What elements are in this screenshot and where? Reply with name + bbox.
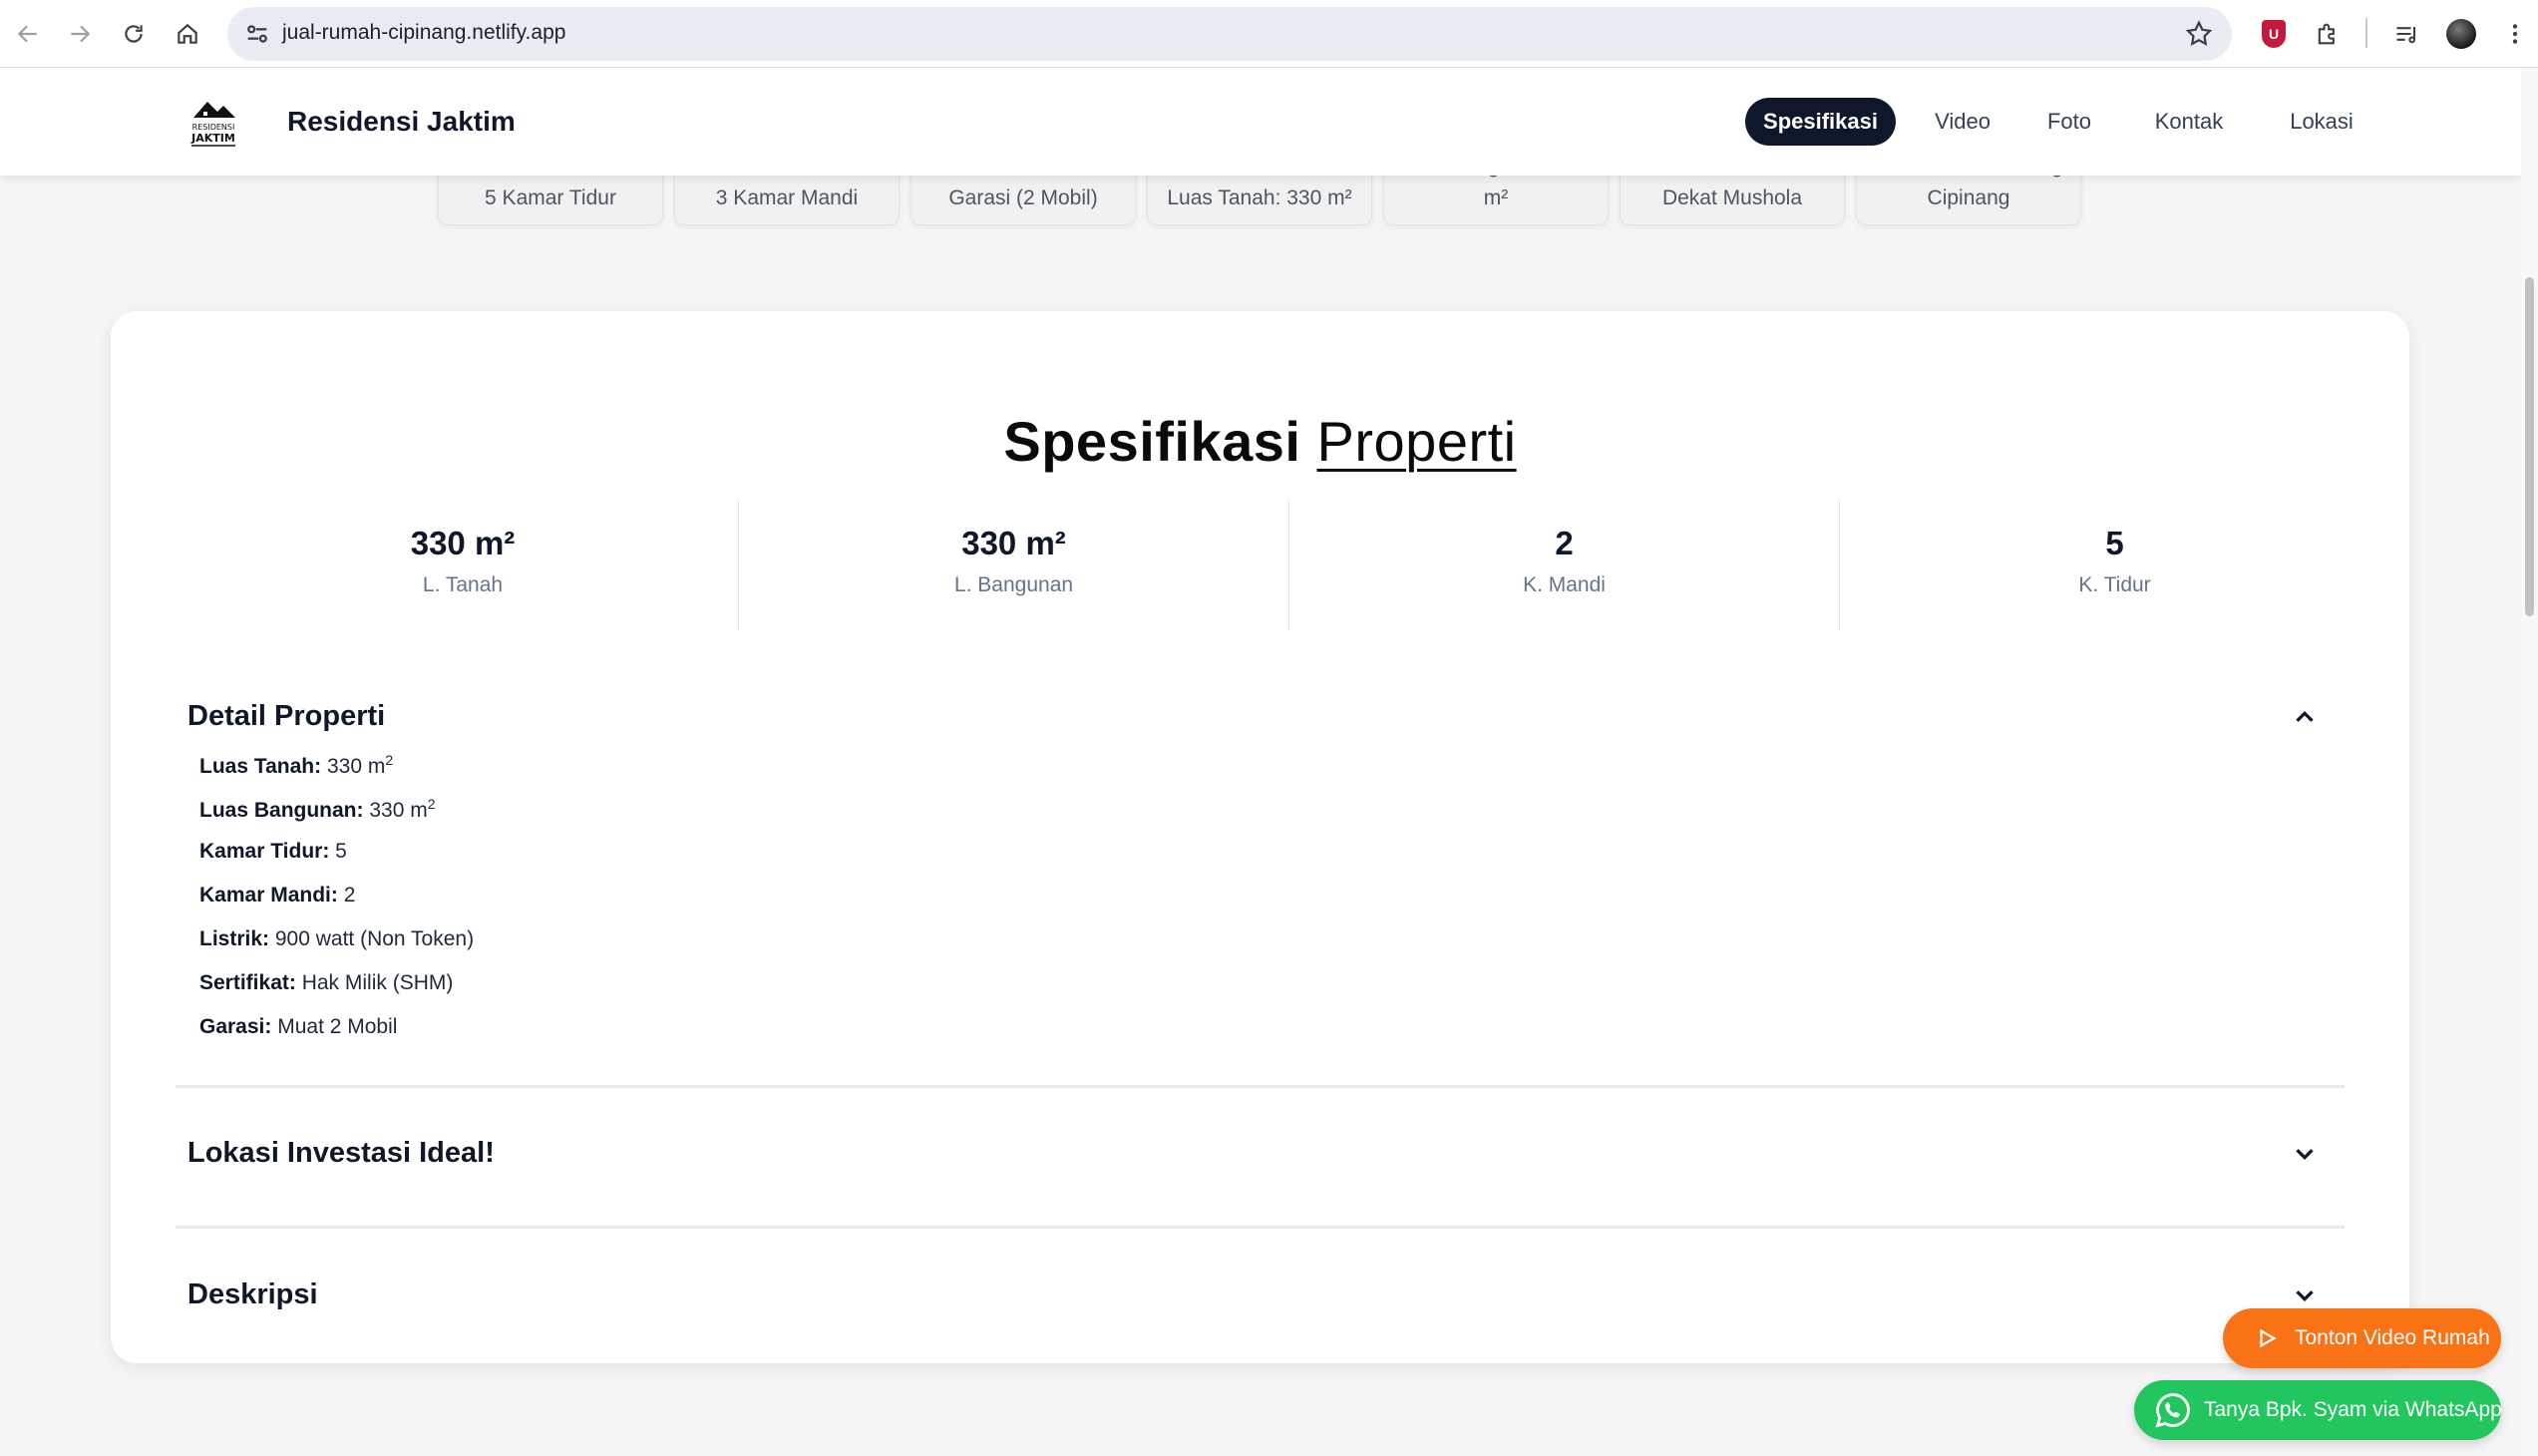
forward-icon[interactable]: [60, 14, 100, 54]
stat-value: 330 m²: [410, 525, 516, 561]
nav-video[interactable]: Video: [1915, 98, 2010, 146]
detail-label: Kamar Tidur:: [199, 840, 330, 863]
stat-land-area: 330 m² L. Tanah: [187, 501, 738, 630]
detail-unit-sup: 2: [427, 796, 436, 812]
detail-value: Hak Milik (SHM): [301, 971, 454, 994]
section-title: Spesifikasi Properti: [111, 409, 2409, 474]
extensions-puzzle-icon[interactable]: [2310, 16, 2346, 52]
detail-value: 2: [343, 884, 356, 907]
accordion-location-header[interactable]: Lokasi Investasi Ideal!: [176, 1127, 2345, 1187]
stat-building-area: 330 m² L. Bangunan: [738, 501, 1288, 630]
whatsapp-label: Tanya Bpk. Syam via WhatsApp: [2204, 1398, 2502, 1421]
chevron-down-icon[interactable]: [2290, 1280, 2320, 1310]
detail-label: Luas Bangunan:: [199, 799, 364, 822]
ublock-badge: U: [2262, 20, 2286, 48]
stat-value: 2: [1555, 525, 1574, 561]
detail-row-building: Luas Bangunan: 330 m2: [199, 796, 436, 823]
chevron-up-icon[interactable]: [2290, 702, 2320, 732]
detail-label: Sertifikat:: [199, 971, 296, 994]
brand-name[interactable]: Residensi Jaktim: [287, 106, 516, 138]
whatsapp-icon: [2155, 1393, 2190, 1428]
reload-icon[interactable]: [114, 14, 154, 54]
logo-text-top: RESIDENSI: [192, 123, 235, 132]
chrome-menu-icon[interactable]: [2497, 16, 2533, 52]
title-accent: Properti: [1316, 410, 1517, 473]
stat-label: K. Mandi: [1523, 573, 1606, 596]
site-header: RESIDENSI JAKTIM Residensi Jaktim Spesif…: [0, 68, 2521, 176]
page-viewport: 5 Kamar Tidur 3 Kamar Mandi Garasi (2 Mo…: [0, 68, 2521, 1456]
back-icon[interactable]: [8, 14, 48, 54]
detail-value: 330 m: [369, 799, 428, 822]
accordion-description-header[interactable]: Deskripsi: [176, 1269, 2345, 1328]
detail-label: Luas Tanah:: [199, 755, 322, 778]
brand-logo[interactable]: RESIDENSI JAKTIM: [183, 94, 243, 150]
profile-avatar[interactable]: [2443, 16, 2479, 52]
detail-label: Kamar Mandi:: [199, 884, 338, 907]
chevron-down-icon[interactable]: [2290, 1139, 2320, 1169]
stat-value: 5: [2105, 525, 2124, 561]
accordion-detail-header[interactable]: Detail Properti: [176, 690, 2345, 750]
detail-label: Listrik:: [199, 927, 270, 950]
detail-row-certificate: Sertifikat: Hak Milik (SHM): [199, 971, 453, 995]
nav-kontak[interactable]: Kontak: [2129, 98, 2249, 146]
accordion-divider: [176, 1226, 2345, 1229]
accordion-title[interactable]: Deskripsi: [187, 1278, 318, 1311]
url-text[interactable]: jual-rumah-cipinang.netlify.app: [282, 21, 565, 45]
accordion-title[interactable]: Detail Properti: [187, 700, 385, 733]
detail-unit-sup: 2: [385, 752, 394, 768]
home-icon[interactable]: [168, 14, 207, 54]
media-queue-icon[interactable]: [2389, 16, 2425, 52]
browser-toolbar: jual-rumah-cipinang.netlify.app U: [0, 0, 2538, 68]
stat-bedrooms: 5 K. Tidur: [1839, 501, 2389, 630]
detail-row-land: Luas Tanah: 330 m2: [199, 752, 393, 779]
bookmark-star-icon[interactable]: [2184, 19, 2214, 49]
ublock-extension-icon[interactable]: U: [2256, 16, 2292, 52]
stat-label: K. Tidur: [2078, 573, 2151, 596]
toolbar-divider: [2365, 18, 2367, 48]
stats-row: 330 m² L. Tanah 330 m² L. Bangunan 2 K. …: [187, 501, 2389, 630]
stat-label: L. Tanah: [422, 573, 504, 596]
stat-bathrooms: 2 K. Mandi: [1288, 501, 1839, 630]
whatsapp-button[interactable]: Tanya Bpk. Syam via WhatsApp: [2134, 1380, 2502, 1440]
play-icon: [2260, 1328, 2277, 1348]
accordion-title[interactable]: Lokasi Investasi Ideal!: [187, 1137, 495, 1170]
detail-value: Muat 2 Mobil: [277, 1015, 398, 1038]
detail-row-bathrooms: Kamar Mandi: 2: [199, 884, 355, 908]
detail-row-electricity: Listrik: 900 watt (Non Token): [199, 927, 474, 951]
accordion-divider: [176, 1085, 2345, 1088]
spec-card: Spesifikasi Properti 330 m² L. Tanah 330…: [111, 311, 2409, 1363]
page-scrollbar[interactable]: [2521, 68, 2538, 1456]
site-info-icon[interactable]: [243, 20, 271, 48]
detail-row-garage: Garasi: Muat 2 Mobil: [199, 1015, 397, 1039]
nav-lokasi[interactable]: Lokasi: [2266, 98, 2377, 146]
nav-spesifikasi[interactable]: Spesifikasi: [1745, 98, 1896, 146]
detail-value: 5: [335, 840, 347, 863]
detail-row-bedrooms: Kamar Tidur: 5: [199, 840, 347, 864]
avatar: [2446, 19, 2476, 49]
address-bar[interactable]: jual-rumah-cipinang.netlify.app: [227, 7, 2232, 61]
watch-video-button[interactable]: Tonton Video Rumah: [2223, 1308, 2501, 1368]
stat-label: L. Bangunan: [953, 573, 1074, 596]
detail-value: 900 watt (Non Token): [274, 927, 475, 950]
stat-value: 330 m²: [961, 525, 1066, 561]
detail-label: Garasi:: [199, 1015, 272, 1038]
scrollbar-thumb[interactable]: [2525, 277, 2534, 616]
nav-foto[interactable]: Foto: [2026, 98, 2112, 146]
watch-video-label: Tonton Video Rumah: [2295, 1326, 2490, 1349]
title-main: Spesifikasi: [1003, 410, 1301, 473]
detail-value: 330 m: [326, 755, 386, 778]
logo-text-bottom: JAKTIM: [190, 132, 235, 145]
